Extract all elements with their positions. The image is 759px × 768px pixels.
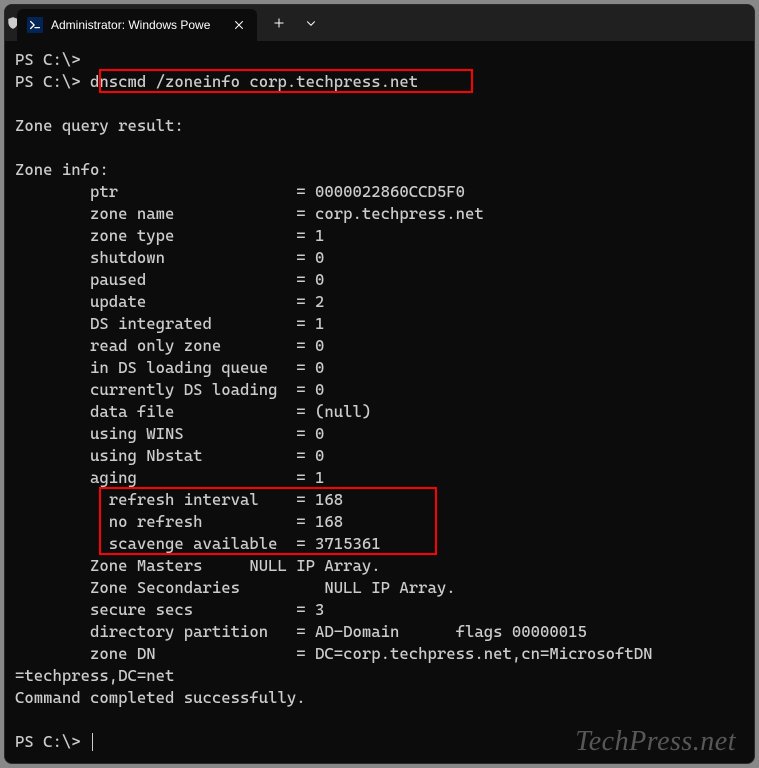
output-line: Zone Secondaries NULL IP Array. — [15, 578, 456, 597]
output-tail: Command completed successfully. — [15, 688, 306, 707]
window-icon-area — [5, 5, 13, 41]
tab-powershell[interactable]: Administrator: Windows Powe — [17, 9, 257, 41]
output-line: no refresh = 168 — [15, 512, 343, 531]
output-line: data file = (null) — [15, 402, 371, 421]
output-line: read only zone = 0 — [15, 336, 324, 355]
output-line: paused = 0 — [15, 270, 324, 289]
tab-dropdown-button[interactable] — [297, 9, 325, 37]
output-line: ptr = 0000022860CCD5F0 — [15, 182, 465, 201]
output-header: Zone query result: — [15, 116, 184, 135]
watermark-text: TechPress.net — [575, 731, 736, 753]
output-line: using Nbstat = 0 — [15, 446, 324, 465]
output-line: zone DN = DC=corp.techpress.net,cn=Micro… — [15, 644, 653, 663]
terminal-window: Administrator: Windows Powe PS C:\> PS C… — [4, 4, 755, 764]
terminal-output[interactable]: PS C:\> PS C:\> dnscmd /zoneinfo corp.te… — [5, 41, 754, 763]
output-line: aging = 1 — [15, 468, 324, 487]
output-line: secure secs = 3 — [15, 600, 324, 619]
output-line: directory partition = AD-Domain flags 00… — [15, 622, 587, 641]
command-text: dnscmd /zoneinfo corp.techpress.net — [90, 72, 418, 91]
output-line: in DS loading queue = 0 — [15, 358, 324, 377]
new-tab-button[interactable] — [265, 9, 293, 37]
output-line: DS integrated = 1 — [15, 314, 324, 333]
prompt-line: PS C:\> — [15, 72, 90, 91]
output-line: currently DS loading = 0 — [15, 380, 324, 399]
output-line: using WINS = 0 — [15, 424, 324, 443]
output-line: Zone Masters NULL IP Array. — [15, 556, 381, 575]
titlebar: Administrator: Windows Powe — [5, 5, 754, 41]
prompt-line: PS C:\> — [15, 50, 81, 69]
cursor — [92, 733, 93, 751]
output-header: Zone info: — [15, 160, 109, 179]
output-line: zone type = 1 — [15, 226, 324, 245]
powershell-icon — [27, 17, 43, 33]
tab-close-button[interactable] — [231, 17, 247, 33]
output-line: update = 2 — [15, 292, 324, 311]
tab-title: Administrator: Windows Powe — [51, 18, 223, 32]
output-line: refresh interval = 168 — [15, 490, 343, 509]
output-line: zone name = corp.techpress.net — [15, 204, 484, 223]
output-tail: =techpress,DC=net — [15, 666, 174, 685]
output-line: shutdown = 0 — [15, 248, 324, 267]
titlebar-actions — [257, 5, 325, 41]
output-line: scavenge available = 3715361 — [15, 534, 381, 553]
prompt-line: PS C:\> — [15, 732, 90, 751]
